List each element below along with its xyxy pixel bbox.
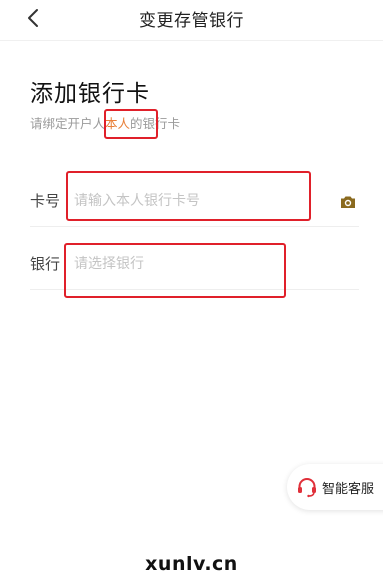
subtitle-prefix: 请绑定开户人	[30, 116, 106, 131]
page-title: 变更存管银行	[139, 11, 244, 31]
headset-icon	[298, 478, 316, 498]
annotation-box-bank	[64, 243, 286, 298]
card-number-label: 卡号	[30, 192, 61, 210]
bank-label: 银行	[30, 255, 61, 273]
smart-service-button[interactable]: 智能客服	[287, 464, 383, 510]
header-divider	[0, 40, 383, 41]
section-heading: 添加银行卡	[30, 81, 150, 107]
watermark-text: xunlv.cn	[145, 553, 238, 575]
row-divider	[30, 226, 359, 227]
camera-icon[interactable]	[339, 193, 357, 211]
smart-service-label: 智能客服	[322, 482, 375, 497]
annotation-box-card-number	[66, 171, 311, 221]
top-nav-bar: 变更存管银行	[0, 0, 383, 38]
annotation-box-owner	[104, 109, 158, 139]
